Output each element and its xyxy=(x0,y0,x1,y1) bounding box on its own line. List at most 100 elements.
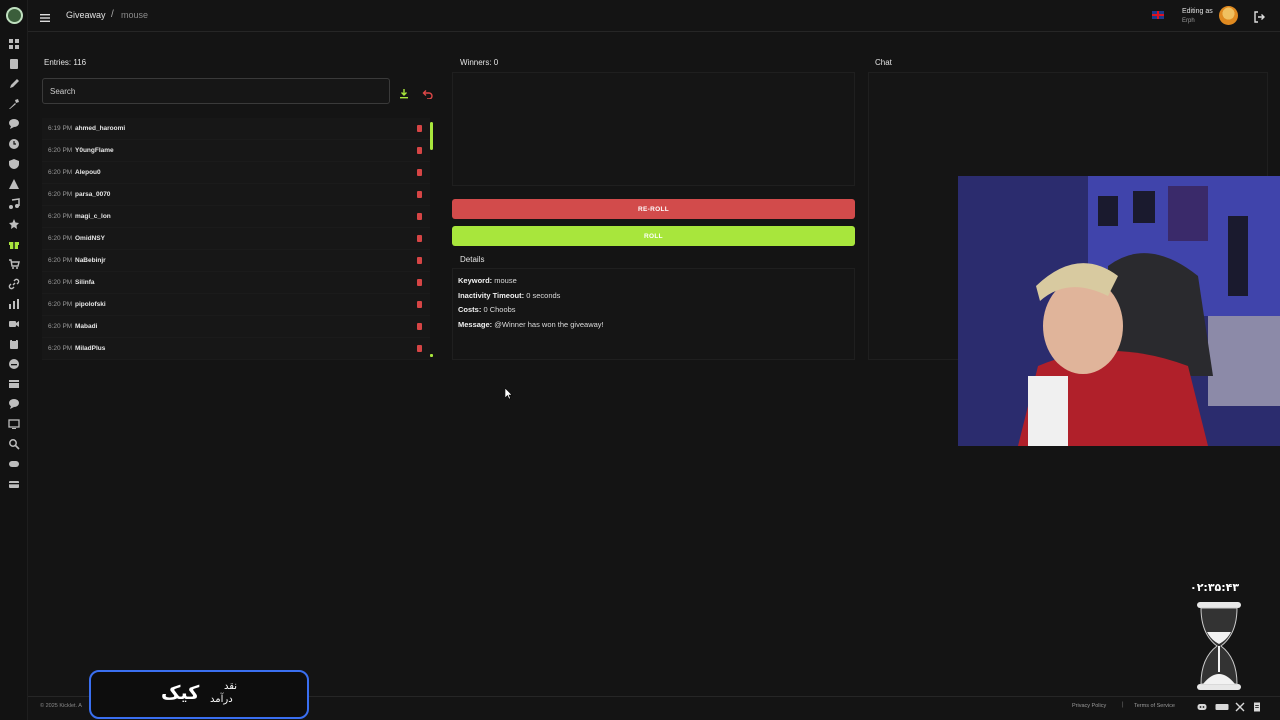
speech-icon[interactable] xyxy=(8,398,20,410)
reroll-button[interactable]: RE-ROLL xyxy=(452,199,855,219)
list-item: 6:20 PM OmidNSY xyxy=(42,228,430,250)
winners-list xyxy=(452,72,855,186)
detail-message: Message: @Winner has won the giveaway! xyxy=(458,320,604,329)
detail-keyword-label: Keyword: xyxy=(458,276,493,285)
monitor-icon[interactable] xyxy=(8,418,20,430)
search-icon[interactable] xyxy=(8,438,20,450)
detail-costs-value: 0 Choobs xyxy=(483,305,516,314)
discord-icon[interactable] xyxy=(1197,702,1207,712)
dashboard-icon[interactable] xyxy=(8,38,20,50)
scrollbar-end-marker xyxy=(430,354,433,357)
entry-username: parsa_0070 xyxy=(75,191,111,198)
tools-icon[interactable] xyxy=(8,98,20,110)
entry-time: 6:20 PM xyxy=(48,169,73,176)
hourglass-icon xyxy=(1193,598,1245,694)
card-icon[interactable] xyxy=(8,478,20,490)
webcam-overlay xyxy=(958,176,1280,446)
kick-income-banner: کیک نقد درآمد xyxy=(89,670,309,719)
list-item: 6:20 PM Alepou0 xyxy=(42,162,430,184)
download-icon[interactable] xyxy=(399,86,409,99)
entry-username: Mabadi xyxy=(75,323,98,330)
winners-count: Winners: 0 xyxy=(460,58,499,67)
search-input[interactable] xyxy=(42,78,390,104)
avatar[interactable] xyxy=(1219,6,1238,25)
alert-icon[interactable] xyxy=(8,178,20,190)
delete-entry-icon[interactable] xyxy=(417,191,422,198)
clipboard-icon[interactable] xyxy=(8,338,20,350)
document-icon[interactable] xyxy=(1252,702,1262,712)
breadcrumb-current: mouse xyxy=(121,10,149,20)
music-icon[interactable] xyxy=(8,198,20,210)
editing-as-label: Editing as xyxy=(1182,8,1213,15)
entry-username: pipolofski xyxy=(75,301,106,308)
kick-icon[interactable] xyxy=(1215,702,1229,712)
chart-icon[interactable] xyxy=(8,298,20,310)
film-icon[interactable] xyxy=(8,378,20,390)
list-item: 6:20 PM NaBebinjr xyxy=(42,250,430,272)
list-item: 6:20 PM Silinfa xyxy=(42,272,430,294)
delete-entry-icon[interactable] xyxy=(417,301,422,308)
x-icon[interactable] xyxy=(1235,702,1245,712)
chat-icon[interactable] xyxy=(8,118,20,130)
gift-icon[interactable] xyxy=(8,238,20,250)
top-bar: Giveaway / mouse Editing as Erph xyxy=(28,0,1280,32)
star-icon[interactable] xyxy=(8,218,20,230)
delete-entry-icon[interactable] xyxy=(417,169,422,176)
entry-time: 6:20 PM xyxy=(48,213,73,220)
clock-icon[interactable] xyxy=(8,138,20,150)
breadcrumb-separator: / xyxy=(111,9,114,20)
delete-entry-icon[interactable] xyxy=(417,125,422,132)
delete-entry-icon[interactable] xyxy=(417,279,422,286)
entry-time: 6:20 PM xyxy=(48,345,73,352)
entries-list: 6:19 PM ahmed_haroomi 6:20 PM Y0ungFlame 6… xyxy=(42,118,430,360)
emoji-icon[interactable] xyxy=(8,358,20,370)
app-logo[interactable] xyxy=(6,7,23,24)
pen-icon[interactable] xyxy=(8,78,20,90)
editing-user-name: Erph xyxy=(1182,18,1195,24)
list-item: 6:20 PM MiladPlus xyxy=(42,338,430,360)
terms-link[interactable]: Terms of Service xyxy=(1134,703,1175,709)
delete-entry-icon[interactable] xyxy=(417,257,422,264)
delete-entry-icon[interactable] xyxy=(417,345,422,352)
list-item: 6:20 PM Y0ungFlame xyxy=(42,140,430,162)
stream-timer: ۰۲:۳۵:۴۳ xyxy=(1190,581,1240,594)
detail-timeout: Inactivity Timeout: 0 seconds xyxy=(458,291,560,300)
gamepad-icon[interactable] xyxy=(8,458,20,470)
breadcrumb-root[interactable]: Giveaway xyxy=(66,10,106,20)
hamburger-menu-icon[interactable] xyxy=(40,10,52,22)
link-icon[interactable] xyxy=(8,278,20,290)
delete-entry-icon[interactable] xyxy=(417,213,422,220)
document-icon[interactable] xyxy=(8,58,20,70)
delete-entry-icon[interactable] xyxy=(417,235,422,242)
entry-time: 6:20 PM xyxy=(48,301,73,308)
delete-entry-icon[interactable] xyxy=(417,147,422,154)
entries-scrollbar[interactable] xyxy=(430,122,433,150)
entry-username: MiladPlus xyxy=(75,345,106,352)
detail-keyword: Keyword: mouse xyxy=(458,276,517,285)
entry-username: NaBebinjr xyxy=(75,257,106,264)
detail-timeout-label: Inactivity Timeout: xyxy=(458,291,525,300)
entry-username: ahmed_haroomi xyxy=(75,125,126,132)
entry-time: 6:19 PM xyxy=(48,125,73,132)
kick-banner-line1: نقد xyxy=(224,681,238,692)
detail-timeout-value: 0 seconds xyxy=(526,291,561,300)
language-flag-icon[interactable] xyxy=(1152,11,1164,19)
entry-time: 6:20 PM xyxy=(48,191,73,198)
reset-entries-icon[interactable] xyxy=(422,86,433,100)
roll-button[interactable]: ROLL xyxy=(452,226,855,246)
kick-banner-line2: درآمد xyxy=(210,694,233,705)
sidebar xyxy=(0,0,28,720)
entry-username: Y0ungFlame xyxy=(75,147,114,154)
video-icon[interactable] xyxy=(8,318,20,330)
mouse-cursor-icon xyxy=(505,388,513,400)
details-title: Details xyxy=(460,255,485,264)
list-item: 6:20 PM Mabadi xyxy=(42,316,430,338)
entry-username: Silinfa xyxy=(75,279,95,286)
delete-entry-icon[interactable] xyxy=(417,323,422,330)
cart-icon[interactable] xyxy=(8,258,20,270)
entry-username: OmidNSY xyxy=(75,235,105,242)
shield-icon[interactable] xyxy=(8,158,20,170)
privacy-policy-link[interactable]: Privacy Policy xyxy=(1072,703,1106,709)
kick-banner-title: کیک xyxy=(161,682,200,704)
logout-icon[interactable] xyxy=(1253,10,1265,23)
